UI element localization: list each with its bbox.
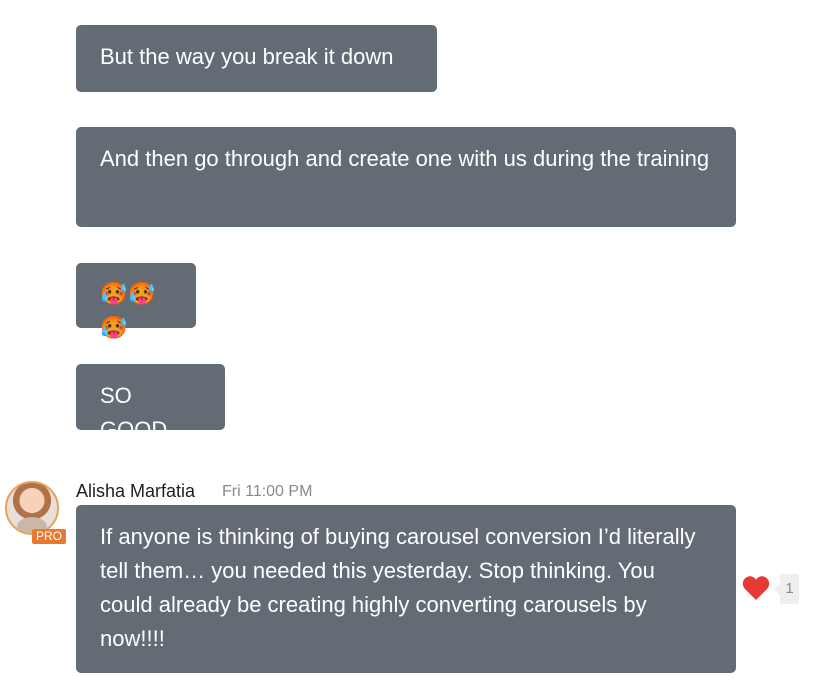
author-name[interactable]: Alisha Marfatia [76, 480, 195, 502]
message-bubble[interactable]: SO GOOD [76, 364, 225, 442]
reaction-count[interactable]: 1 [774, 574, 799, 604]
message-bubble[interactable]: If anyone is thinking of buying carousel… [76, 505, 736, 673]
pro-badge: PRO [32, 529, 67, 544]
message-timestamp: Fri 11:00 PM [222, 483, 313, 500]
heart-icon[interactable] [742, 575, 770, 601]
message-bubble-emoji[interactable]: 🥵🥵🥵 [76, 263, 196, 340]
message-bubble[interactable]: And then go through and create one with … [76, 127, 736, 227]
avatar[interactable] [5, 481, 59, 535]
message-bubble[interactable]: But the way you break it down [76, 25, 437, 92]
